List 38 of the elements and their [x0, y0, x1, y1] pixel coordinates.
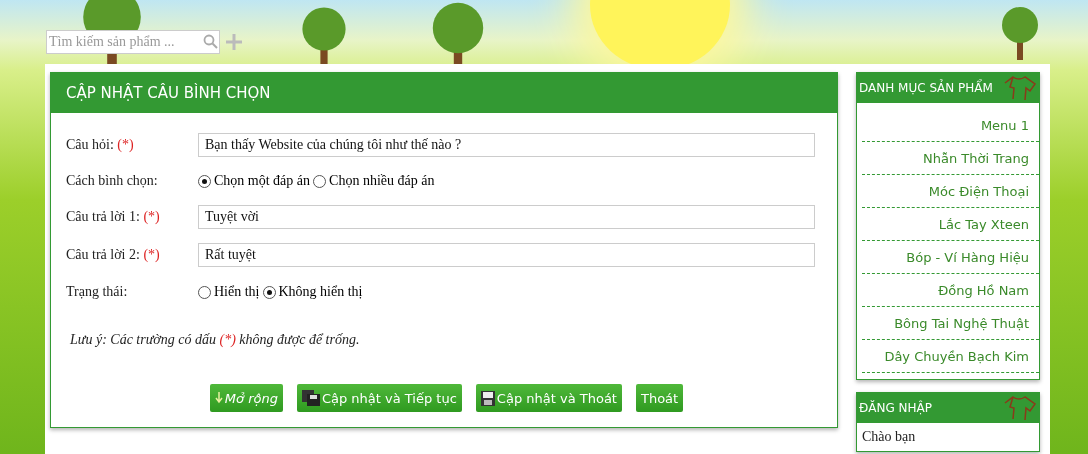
category-link[interactable]: Bóp - Ví Hàng Hiệu — [862, 241, 1039, 274]
category-link[interactable]: Nhẫn Thời Trang — [862, 142, 1039, 175]
radio-button[interactable] — [313, 174, 327, 188]
field-label: Câu trả lời 2: (*) — [66, 246, 161, 263]
category-link[interactable]: Menu 1 — [862, 109, 1039, 142]
floppy-disks-icon — [301, 390, 320, 406]
radio-label: Không hiển thị — [278, 284, 363, 300]
down-arrow-icon — [214, 392, 223, 404]
radio-button[interactable] — [262, 285, 276, 299]
category-link[interactable]: Móc Điện Thoại — [862, 175, 1039, 208]
category-link[interactable]: Đồng Hồ Nam — [862, 274, 1039, 307]
radio-button[interactable] — [198, 174, 211, 188]
text-field[interactable]: Tuyệt vời — [198, 205, 815, 229]
field-label: Câu trả lời 1: (*) — [66, 209, 161, 225]
greeting-text: Chào bạn — [861, 428, 917, 446]
field-label: Cách bình chọn: — [66, 173, 159, 189]
field-label: Câu hỏi: (*) — [66, 137, 135, 153]
radio-label: Hiển thị — [214, 284, 260, 300]
required-note: Lưu ý: Các trường có dấu (*) không được để trống. — [70, 332, 361, 348]
text-field[interactable]: Rất tuyệt — [198, 242, 815, 267]
text-field[interactable]: Bạn thấy Website của chúng tôi như thế nào ? — [198, 133, 815, 157]
action-button[interactable]: Thoát — [635, 384, 684, 412]
search-field[interactable]: Tìm kiếm sản phẩm ... — [46, 30, 220, 54]
sidebar-title: DANH MỤC SẢN PHẨM — [857, 73, 1039, 103]
category-link[interactable]: Lắc Tay Xteen — [862, 208, 1039, 241]
radio-button[interactable] — [198, 285, 211, 299]
action-button[interactable]: Mở rộng — [209, 384, 283, 412]
radio-label: Chọn một đáp án — [214, 173, 311, 189]
action-button[interactable]: Cập nhật và Thoát — [475, 384, 622, 412]
field-label: Trạng thái: — [66, 284, 129, 300]
category-link[interactable]: Bông Tai Nghệ Thuật — [862, 307, 1039, 340]
panel-title: CẬP NHẬT CÂU BÌNH CHỌN — [51, 73, 837, 113]
search-icon — [203, 34, 219, 50]
sidebar-title: ĐĂNG NHẬP — [857, 393, 1039, 423]
radio-label: Chọn nhiều đáp án — [329, 173, 435, 189]
tree-drawing — [1000, 5, 1040, 60]
action-button[interactable]: Cập nhật và Tiếp tục — [296, 384, 462, 412]
category-link[interactable]: Dây Chuyền Bạch Kim — [862, 340, 1039, 373]
